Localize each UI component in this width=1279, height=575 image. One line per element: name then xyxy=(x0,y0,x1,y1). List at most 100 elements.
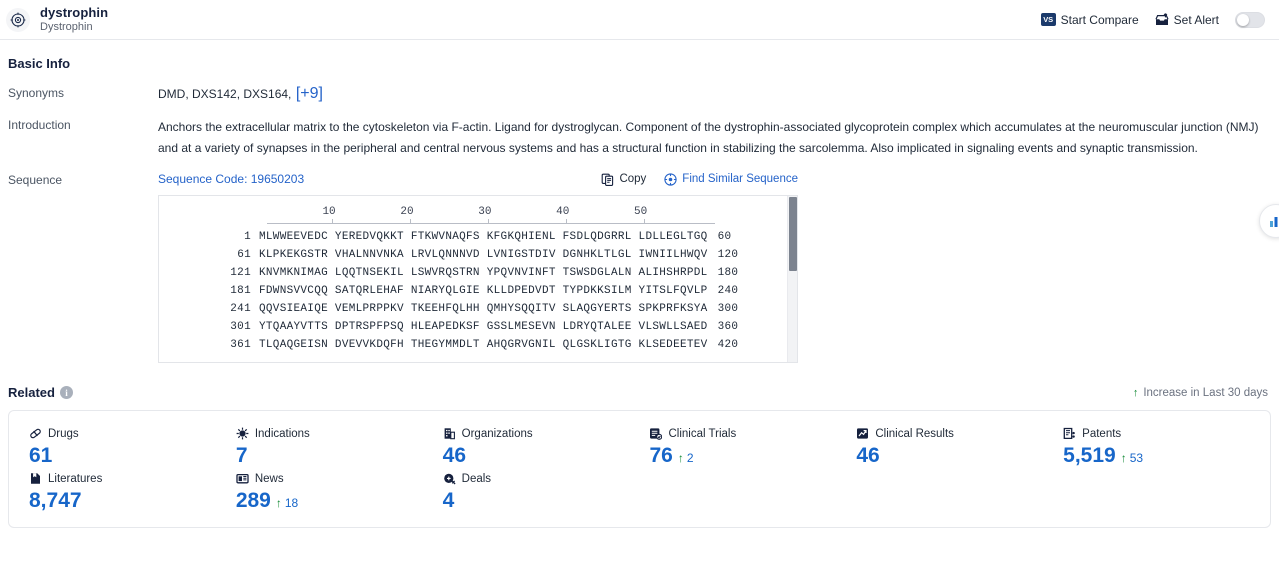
sequence-code-link[interactable]: Sequence Code: 19650203 xyxy=(158,172,304,186)
related-card-indications[interactable]: Indications 7 xyxy=(226,427,433,472)
related-card-literatures[interactable]: Literatures 8,747 xyxy=(19,472,226,517)
up-arrow-icon: ↑ xyxy=(1132,386,1139,399)
card-header: News xyxy=(236,472,433,485)
pill-icon xyxy=(29,427,42,440)
sequence-residues: TLQAQGEISN DVEVVKDQFH THEGYMMDLT AHQGRVG… xyxy=(259,339,708,352)
card-delta-value: 18 xyxy=(284,496,299,511)
sequence-toolbar: Sequence Code: 19650203 Copy Find Simila… xyxy=(158,172,798,186)
card-value-wrap: 46 xyxy=(856,444,1053,468)
card-delta: ↑ 53 xyxy=(1121,451,1143,465)
card-value-wrap: 61 xyxy=(29,444,226,468)
related-card-deals[interactable]: Deals 4 xyxy=(433,472,640,517)
sequence-residues: QQVSIEAIQE VEMLPRPPKV TKEEHFQLHH QMHYSQQ… xyxy=(259,303,708,316)
card-label: Organizations xyxy=(461,427,533,440)
ruler-tick: 10 xyxy=(322,206,336,219)
sequence-residues: KLPKEKGSTR VHALNNVNKA LRVLQNNNVD LVNIGST… xyxy=(259,249,708,262)
sequence-rows: 1 MLWWEEVEDC YEREDVQKKT FTKWVNAQFS KFGKQH… xyxy=(159,228,797,354)
up-arrow-icon: ↑ xyxy=(1120,451,1127,466)
book-icon xyxy=(29,472,42,485)
page-title: dystrophin Dystrophin xyxy=(40,4,109,34)
increase-legend: ↑ Increase in Last 30 days xyxy=(1133,387,1271,399)
card-value: 76 xyxy=(649,444,673,468)
sequence-start-index: 301 xyxy=(230,321,251,334)
related-card-organizations[interactable]: Organizations 46 xyxy=(433,427,640,472)
sequence-end-index: 420 xyxy=(717,339,739,352)
sequence-start-index: 181 xyxy=(230,285,251,298)
card-label: Deals xyxy=(461,472,492,485)
card-delta-value: 53 xyxy=(1129,451,1144,466)
card-value: 8,747 xyxy=(29,489,82,513)
copy-label: Copy xyxy=(619,173,647,186)
related-card-clinical-results[interactable]: Clinical Results 46 xyxy=(846,427,1053,472)
related-card-patents[interactable]: Patents 5,519 ↑ 53 xyxy=(1053,427,1260,472)
up-arrow-icon: ↑ xyxy=(677,451,684,466)
card-value-wrap: 4 xyxy=(443,489,640,513)
ruler-notch xyxy=(644,219,646,225)
card-delta: ↑ 2 xyxy=(678,451,694,465)
ruler-tick: 50 xyxy=(634,206,648,219)
ruler-notch xyxy=(410,219,412,225)
find-similar-label: Find Similar Sequence xyxy=(682,173,798,186)
copy-icon xyxy=(601,173,614,186)
related-card-drugs[interactable]: Drugs 61 xyxy=(19,427,226,472)
sequence-start-index: 121 xyxy=(230,267,251,280)
sequence-scrollbar-thumb[interactable] xyxy=(789,197,797,272)
card-label: Literatures xyxy=(48,472,103,485)
sequence-scrollbar[interactable] xyxy=(787,196,797,363)
sequence-row: Sequence Sequence Code: 19650203 Copy Fi… xyxy=(8,172,1271,364)
sequence-end-index: 60 xyxy=(717,231,732,244)
start-compare-label: Start Compare xyxy=(1060,12,1139,27)
card-value: 46 xyxy=(856,444,880,468)
sequence-line: 361 TLQAQGEISN DVEVVKDQFH THEGYMMDLT AHQG… xyxy=(159,336,797,354)
card-header: Clinical Results xyxy=(856,427,1053,440)
header-actions: VS Start Compare Set Alert xyxy=(1040,11,1271,28)
ruler-notch xyxy=(566,219,568,225)
find-similar-icon xyxy=(664,173,677,186)
virus-icon xyxy=(236,427,249,440)
card-value: 5,519 xyxy=(1063,444,1116,468)
related-cards-grid: Drugs 61 Indications 7 Organizations 46 Clinic… xyxy=(8,410,1271,529)
page-body: Basic Info Synonyms DMD, DXS142, DXS164,… xyxy=(0,56,1279,529)
start-compare-button[interactable]: VS Start Compare xyxy=(1040,12,1139,27)
copy-button[interactable]: Copy xyxy=(601,173,646,186)
sequence-ruler: 10 20 30 40 50 xyxy=(267,206,715,228)
card-header: Patents xyxy=(1063,427,1260,440)
clinical-result-icon xyxy=(856,427,869,440)
alert-inbox-icon xyxy=(1155,13,1169,26)
ruler-notch xyxy=(488,219,490,225)
synonyms-more-link[interactable]: [+9] xyxy=(296,85,323,102)
sequence-start-index: 61 xyxy=(237,249,251,262)
card-header: Literatures xyxy=(29,472,226,485)
sequence-residues: MLWWEEVEDC YEREDVQKKT FTKWVNAQFS KFGKQHI… xyxy=(259,231,708,244)
building-icon xyxy=(443,427,456,440)
sequence-end-index: 300 xyxy=(717,303,739,316)
card-header: Drugs xyxy=(29,427,226,440)
related-card-clinical-trials[interactable]: Clinical Trials 76 ↑ 2 xyxy=(639,427,846,472)
alert-toggle[interactable] xyxy=(1235,11,1265,28)
related-card-news[interactable]: News 289 ↑ 18 xyxy=(226,472,433,517)
info-icon[interactable]: i xyxy=(59,386,73,400)
entity-name: dystrophin xyxy=(40,4,109,20)
card-header: Deals xyxy=(443,472,640,485)
deal-icon xyxy=(443,472,456,485)
sequence-residues: YTQAAYVTTS DPTRSPFPSQ HLEAPEDKSF GSSLMES… xyxy=(259,321,708,334)
sequence-end-index: 240 xyxy=(717,285,739,298)
sequence-line: 301 YTQAAYVTTS DPTRSPFPSQ HLEAPEDKSF GSSL… xyxy=(159,318,797,336)
news-icon xyxy=(236,472,249,485)
sequence-line: 121 KNVMKNIMAG LQQTNSEKIL LSWVRQSTRN YPQV… xyxy=(159,264,797,282)
introduction-text: Anchors the extracellular matrix to the … xyxy=(158,120,1259,155)
ruler-axis xyxy=(267,223,715,225)
increase-legend-label: Increase in Last 30 days xyxy=(1143,386,1268,399)
set-alert-button[interactable]: Set Alert xyxy=(1155,13,1219,27)
card-value: 289 xyxy=(235,489,271,513)
introduction-row: Introduction Anchors the extracellular m… xyxy=(8,117,1271,158)
sequence-viewer[interactable]: 10 20 30 40 50 1 MLWWEEVEDC YEREDVQKKT FTKWVN… xyxy=(158,195,798,364)
synonyms-label: Synonyms xyxy=(8,86,65,100)
sequence-line: 61 KLPKEKGSTR VHALNNVNKA LRVLQNNNVD LVNIG… xyxy=(159,246,797,264)
card-label: Drugs xyxy=(48,427,79,440)
sequence-end-index: 180 xyxy=(717,267,739,280)
set-alert-label: Set Alert xyxy=(1173,12,1219,27)
synonyms-row: Synonyms DMD, DXS142, DXS164, [+9] xyxy=(8,85,1271,103)
card-value: 4 xyxy=(442,489,455,513)
find-similar-sequence-button[interactable]: Find Similar Sequence xyxy=(664,173,798,186)
